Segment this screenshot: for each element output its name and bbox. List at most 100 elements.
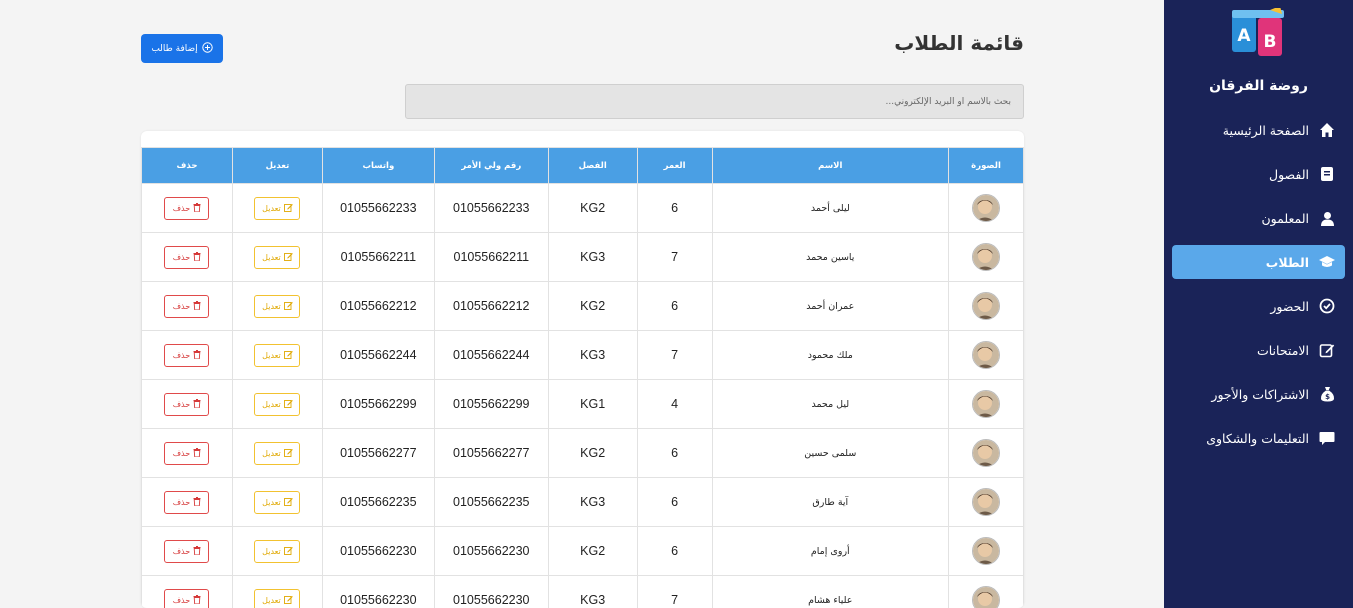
student-class: KG3 — [547, 232, 638, 282]
edit-button[interactable]: تعديل — [254, 490, 301, 514]
sidebar-item-students[interactable]: الطلاب — [1172, 245, 1345, 279]
sidebar-item-exams[interactable]: الامتحانات — [1172, 333, 1345, 367]
trash-icon — [193, 594, 201, 606]
trash-icon — [193, 447, 201, 459]
avatar — [972, 390, 1001, 418]
edit-button[interactable]: تعديل — [254, 441, 301, 465]
student-name: عمران أحمد — [711, 281, 950, 331]
delete-button[interactable]: حذف — [164, 490, 210, 514]
student-class: KG3 — [547, 330, 638, 380]
delete-label: حذف — [172, 595, 191, 605]
delete-label: حذف — [172, 448, 191, 458]
edit-icon — [283, 350, 293, 361]
trash-icon — [193, 251, 201, 263]
parent-phone: 01055662212 — [433, 281, 549, 331]
table-row: ليل محمد 4 KG1 01055662299 01055662299 ت… — [141, 379, 1024, 429]
delete-button[interactable]: حذف — [164, 441, 210, 465]
book-icon — [1318, 165, 1336, 183]
trash-icon — [193, 398, 201, 410]
edit-label: تعديل — [262, 301, 281, 311]
main-content: قائمة الطلاب إضافة طالب الصورة الاسم الع… — [0, 0, 1164, 608]
plus-circle-icon — [201, 41, 213, 56]
student-age: 6 — [636, 428, 713, 478]
avatar — [972, 292, 1001, 320]
student-class: KG2 — [547, 281, 638, 331]
student-name: سلمى حسين — [711, 428, 950, 478]
sidebar: A B روضة الفرقان الصفحة الرئيسية الفصول … — [1164, 0, 1353, 608]
brand-name: روضة الفرقان — [1209, 78, 1308, 94]
add-student-button[interactable]: إضافة طالب — [141, 34, 223, 63]
student-age: 6 — [636, 526, 713, 576]
edit-button[interactable]: تعديل — [254, 539, 301, 563]
edit-button[interactable]: تعديل — [254, 196, 301, 220]
whatsapp-number: 01055662244 — [321, 330, 435, 380]
delete-label: حذف — [172, 203, 191, 213]
column-header-photo: الصورة — [948, 147, 1024, 184]
sidebar-item-complaints[interactable]: التعليمات والشكاوى — [1172, 421, 1345, 455]
delete-button[interactable]: حذف — [164, 294, 210, 318]
parent-phone: 01055662233 — [433, 183, 549, 233]
parent-phone: 01055662211 — [433, 232, 549, 282]
table-row: عمران أحمد 6 KG2 01055662212 01055662212… — [141, 281, 1024, 331]
search-input[interactable] — [405, 84, 1024, 119]
comment-icon — [1318, 429, 1336, 447]
column-header-whatsapp: واتساب — [321, 147, 435, 184]
table-row: علياء هشام 7 KG3 01055662230 01055662230… — [141, 575, 1024, 608]
parent-phone: 01055662299 — [433, 379, 549, 429]
add-student-label: إضافة طالب — [151, 43, 198, 54]
parent-phone: 01055662277 — [433, 428, 549, 478]
student-name: ياسين محمد — [711, 232, 950, 282]
table-row: آية طارق 6 KG3 01055662235 01055662235 ت… — [141, 477, 1024, 527]
check-circle-icon — [1318, 297, 1336, 315]
delete-button[interactable]: حذف — [164, 245, 210, 269]
student-class: KG2 — [547, 526, 638, 576]
table-row: أروى إمام 6 KG2 01055662230 01055662230 … — [141, 526, 1024, 576]
sidebar-item-teachers[interactable]: المعلمون — [1172, 201, 1345, 235]
sidebar-item-label: الصفحة الرئيسية — [1222, 122, 1309, 138]
edit-icon — [283, 546, 293, 557]
student-class: KG1 — [547, 379, 638, 429]
table-row: ياسين محمد 7 KG3 01055662211 01055662211… — [141, 232, 1024, 282]
student-class: KG3 — [547, 575, 638, 608]
edit-label: تعديل — [262, 448, 281, 458]
student-age: 7 — [636, 575, 713, 608]
sidebar-item-home[interactable]: الصفحة الرئيسية — [1172, 113, 1345, 147]
sidebar-item-attendance[interactable]: الحضور — [1172, 289, 1345, 323]
sidebar-item-subscriptions[interactable]: $ الاشتراكات والأجور — [1172, 377, 1345, 411]
edit-label: تعديل — [262, 399, 281, 409]
students-table-card: الصورة الاسم العمر الفصل رقم ولي الأمر و… — [141, 131, 1024, 608]
table-row: سلمى حسين 6 KG2 01055662277 01055662277 … — [141, 428, 1024, 478]
edit-label: تعديل — [262, 203, 281, 213]
edit-icon — [1318, 341, 1336, 359]
edit-button[interactable]: تعديل — [254, 588, 301, 608]
delete-button[interactable]: حذف — [164, 588, 210, 608]
whatsapp-number: 01055662230 — [321, 575, 435, 608]
delete-button[interactable]: حذف — [164, 392, 210, 416]
sidebar-item-label: المعلمون — [1261, 210, 1309, 226]
page-title: قائمة الطلاب — [894, 31, 1024, 55]
delete-label: حذف — [172, 497, 191, 507]
delete-label: حذف — [172, 399, 191, 409]
student-age: 7 — [636, 232, 713, 282]
user-icon — [1318, 209, 1336, 227]
edit-button[interactable]: تعديل — [254, 392, 301, 416]
edit-icon — [283, 252, 293, 263]
graduation-cap-icon — [1318, 253, 1336, 271]
whatsapp-number: 01055662277 — [321, 428, 435, 478]
student-age: 6 — [636, 477, 713, 527]
parent-phone: 01055662244 — [433, 330, 549, 380]
edit-button[interactable]: تعديل — [254, 343, 301, 367]
student-name: علياء هشام — [711, 575, 950, 608]
avatar — [972, 586, 1001, 608]
column-header-parent-phone: رقم ولي الأمر — [433, 147, 549, 184]
delete-button[interactable]: حذف — [164, 196, 210, 220]
edit-icon — [283, 203, 293, 214]
sidebar-item-classes[interactable]: الفصول — [1172, 157, 1345, 191]
avatar — [972, 537, 1001, 565]
student-name: آية طارق — [711, 477, 950, 527]
edit-label: تعديل — [262, 497, 281, 507]
delete-button[interactable]: حذف — [164, 539, 210, 563]
edit-button[interactable]: تعديل — [254, 294, 301, 318]
delete-button[interactable]: حذف — [164, 343, 210, 367]
edit-button[interactable]: تعديل — [254, 245, 301, 269]
